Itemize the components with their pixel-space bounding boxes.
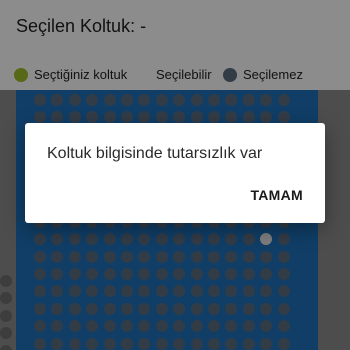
ok-button[interactable]: TAMAM [250, 187, 303, 203]
modal-overlay: Koltuk bilgisinde tutarsızlık var TAMAM [0, 0, 350, 350]
dialog-message: Koltuk bilgisinde tutarsızlık var [47, 145, 263, 162]
error-dialog: Koltuk bilgisinde tutarsızlık var TAMAM [25, 123, 325, 223]
